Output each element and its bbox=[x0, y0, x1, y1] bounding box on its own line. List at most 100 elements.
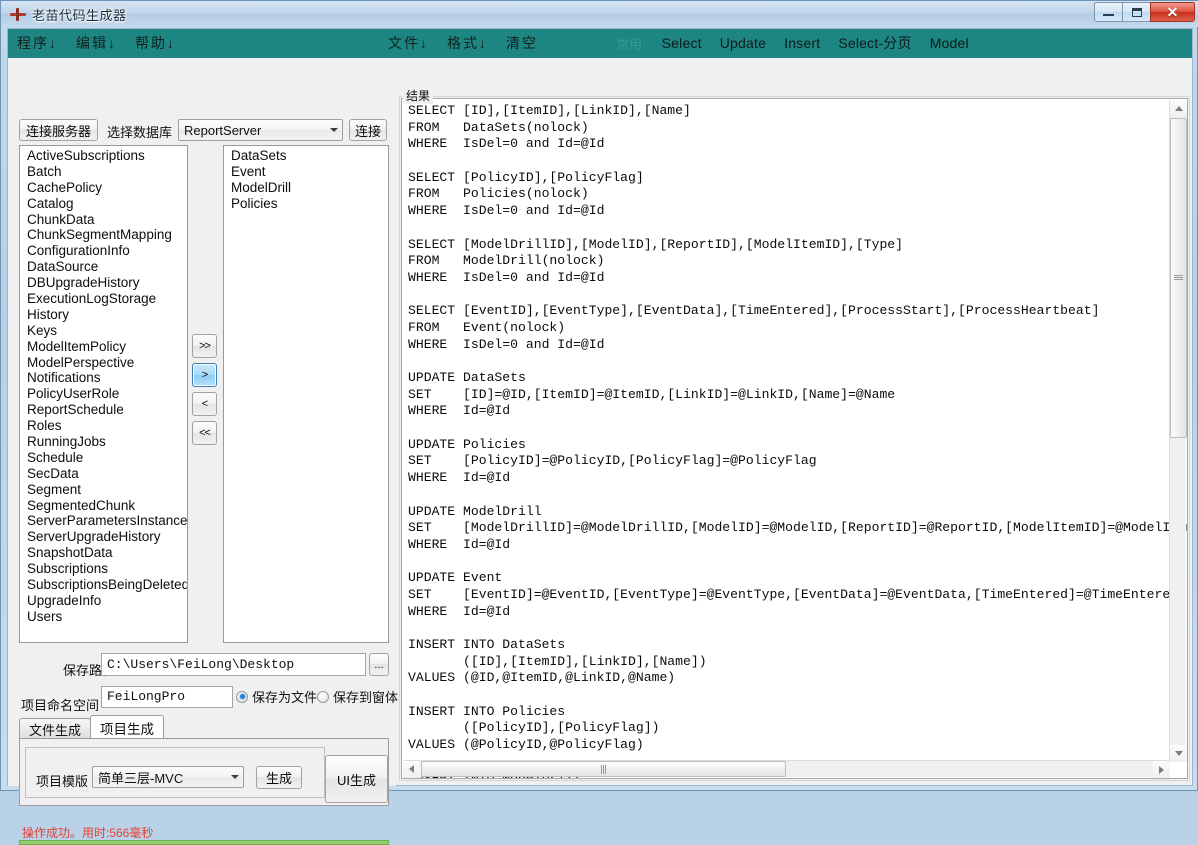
list-item[interactable]: ServerParametersInstance bbox=[22, 513, 187, 529]
project-template-label: 项目模版 bbox=[36, 774, 89, 789]
list-item[interactable]: ChunkData bbox=[22, 212, 187, 228]
move-all-right-button[interactable]: >> bbox=[192, 334, 217, 358]
window-controls: ✕ bbox=[1094, 2, 1195, 22]
grip-icon bbox=[600, 764, 607, 774]
menu-bar: 程序↓ 编辑↓ 帮助↓ 文件↓ 格式↓ 清空 常用: Select Update… bbox=[8, 29, 1192, 58]
menu-select[interactable]: Select bbox=[653, 29, 711, 58]
list-item[interactable]: ReportSchedule bbox=[22, 402, 187, 418]
menu-clear[interactable]: 清空 bbox=[497, 29, 547, 58]
triangle-down-icon bbox=[1174, 751, 1183, 756]
menu-edit[interactable]: 编辑↓ bbox=[67, 29, 126, 58]
save-path-input[interactable]: C:\Users\FeiLong\Desktop bbox=[101, 653, 366, 676]
list-item[interactable]: History bbox=[22, 307, 187, 323]
minimize-icon bbox=[1103, 14, 1114, 16]
menu-program[interactable]: 程序↓ bbox=[8, 29, 67, 58]
scroll-up-button[interactable] bbox=[1170, 100, 1187, 117]
menu-insert[interactable]: Insert bbox=[775, 29, 829, 58]
project-template-select[interactable]: 简单三层-MVC bbox=[92, 766, 244, 788]
list-item[interactable]: SnapshotData bbox=[22, 545, 187, 561]
close-button[interactable]: ✕ bbox=[1150, 2, 1195, 22]
list-item[interactable]: Policies bbox=[226, 196, 388, 212]
application-window: 老苗代码生成器 ✕ 程序↓ 编辑↓ 帮助↓ 文件↓ 格式↓ 清空 常用: Sel… bbox=[0, 0, 1198, 845]
select-database-label: 选择数据库 bbox=[107, 125, 173, 140]
radio-save-as-file[interactable]: 保存为文件 bbox=[236, 687, 317, 706]
maximize-button[interactable] bbox=[1122, 2, 1151, 22]
menu-help[interactable]: 帮助↓ bbox=[126, 29, 185, 58]
list-item[interactable]: DBUpgradeHistory bbox=[22, 275, 187, 291]
list-item[interactable]: UpgradeInfo bbox=[22, 593, 187, 609]
connect-server-button[interactable]: 连接服务器 bbox=[19, 119, 98, 141]
list-item[interactable]: ModelPerspective bbox=[22, 355, 187, 371]
triangle-right-icon bbox=[1159, 765, 1164, 774]
menu-update[interactable]: Update bbox=[711, 29, 775, 58]
tab-project-generation[interactable]: 项目生成 bbox=[90, 715, 165, 739]
title-bar[interactable]: 老苗代码生成器 ✕ bbox=[1, 1, 1198, 27]
chevron-down-icon bbox=[226, 767, 243, 787]
list-item[interactable]: Segment bbox=[22, 482, 187, 498]
menu-model[interactable]: Model bbox=[921, 29, 978, 58]
generated-sql-textarea[interactable]: SELECT [ID],[ItemID],[LinkID],[Name] FRO… bbox=[401, 98, 1188, 779]
database-select[interactable]: ReportServer bbox=[178, 119, 343, 141]
list-item[interactable]: ActiveSubscriptions bbox=[22, 148, 187, 164]
list-item[interactable]: DataSets bbox=[226, 148, 388, 164]
tab-file-generation[interactable]: 文件生成 bbox=[19, 718, 92, 739]
list-item[interactable]: Event bbox=[226, 164, 388, 180]
list-item[interactable]: ModelDrill bbox=[226, 180, 388, 196]
move-right-button[interactable]: > bbox=[192, 363, 217, 387]
connect-button[interactable]: 连接 bbox=[349, 119, 387, 141]
client-area: 程序↓ 编辑↓ 帮助↓ 文件↓ 格式↓ 清空 常用: Select Update… bbox=[7, 28, 1193, 845]
radio-save-to-form-label: 保存到窗体 bbox=[333, 690, 399, 705]
list-item[interactable]: Users bbox=[22, 609, 187, 625]
list-item[interactable]: SecData bbox=[22, 466, 187, 482]
vertical-scrollbar-thumb[interactable] bbox=[1170, 118, 1187, 438]
scroll-left-button[interactable] bbox=[403, 760, 420, 778]
selected-tables-list[interactable]: DataSets Event ModelDrill Policies bbox=[223, 145, 389, 643]
radio-save-to-form[interactable]: 保存到窗体 bbox=[317, 687, 398, 706]
vertical-scrollbar[interactable] bbox=[1169, 100, 1187, 762]
available-tables-list[interactable]: ActiveSubscriptions Batch CachePolicy Catal… bbox=[19, 145, 188, 643]
move-left-button[interactable]: < bbox=[192, 392, 217, 416]
list-item[interactable]: Batch bbox=[22, 164, 187, 180]
list-item[interactable]: ServerUpgradeHistory bbox=[22, 529, 187, 545]
status-progress-bar bbox=[19, 840, 389, 845]
list-item[interactable]: Notifications bbox=[22, 370, 187, 386]
menu-format[interactable]: 格式↓ bbox=[438, 29, 497, 58]
menu-select-paging[interactable]: Select-分页 bbox=[829, 29, 920, 58]
horizontal-scrollbar[interactable] bbox=[403, 760, 1170, 778]
scroll-down-button[interactable] bbox=[1170, 745, 1187, 762]
scroll-right-button[interactable] bbox=[1153, 761, 1170, 778]
list-item[interactable]: RunningJobs bbox=[22, 434, 187, 450]
list-item[interactable]: Subscriptions bbox=[22, 561, 187, 577]
list-item[interactable]: CachePolicy bbox=[22, 180, 187, 196]
chevron-down-icon bbox=[325, 120, 342, 140]
namespace-input[interactable]: FeiLongPro bbox=[101, 686, 233, 708]
radio-unselected-icon bbox=[317, 690, 329, 703]
list-item[interactable]: Catalog bbox=[22, 196, 187, 212]
move-all-left-button[interactable]: << bbox=[192, 421, 217, 445]
generated-sql-text: SELECT [ID],[ItemID],[LinkID],[Name] FRO… bbox=[408, 103, 1188, 778]
window-title: 老苗代码生成器 bbox=[32, 7, 127, 23]
list-item[interactable]: PolicyUserRole bbox=[22, 386, 187, 402]
list-item[interactable]: Roles bbox=[22, 418, 187, 434]
horizontal-scrollbar-thumb[interactable] bbox=[421, 761, 786, 777]
browse-button[interactable]: ... bbox=[369, 653, 389, 676]
status-message: 操作成功。用时:566毫秒 bbox=[22, 826, 154, 840]
list-item[interactable]: Keys bbox=[22, 323, 187, 339]
result-group: 结果 SELECT [ID],[ItemID],[LinkID],[Name] … bbox=[399, 87, 1190, 781]
list-item[interactable]: ConfigurationInfo bbox=[22, 243, 187, 259]
list-item[interactable]: ModelItemPolicy bbox=[22, 339, 187, 355]
list-item[interactable]: SegmentedChunk bbox=[22, 498, 187, 514]
generate-button[interactable]: 生成 bbox=[256, 766, 302, 789]
result-group-label: 结果 bbox=[403, 87, 434, 104]
list-item[interactable]: DataSource bbox=[22, 259, 187, 275]
menu-file[interactable]: 文件↓ bbox=[379, 29, 438, 58]
radio-selected-icon bbox=[236, 690, 248, 703]
list-item[interactable]: ExecutionLogStorage bbox=[22, 291, 187, 307]
list-item[interactable]: ChunkSegmentMapping bbox=[22, 227, 187, 243]
ui-generate-button[interactable]: UI生成 bbox=[325, 755, 388, 803]
maximize-icon bbox=[1131, 7, 1142, 17]
list-item[interactable]: Schedule bbox=[22, 450, 187, 466]
list-item[interactable]: SubscriptionsBeingDeleted bbox=[22, 577, 187, 593]
minimize-button[interactable] bbox=[1094, 2, 1123, 22]
tab-strip: 文件生成 项目生成 bbox=[19, 715, 389, 739]
